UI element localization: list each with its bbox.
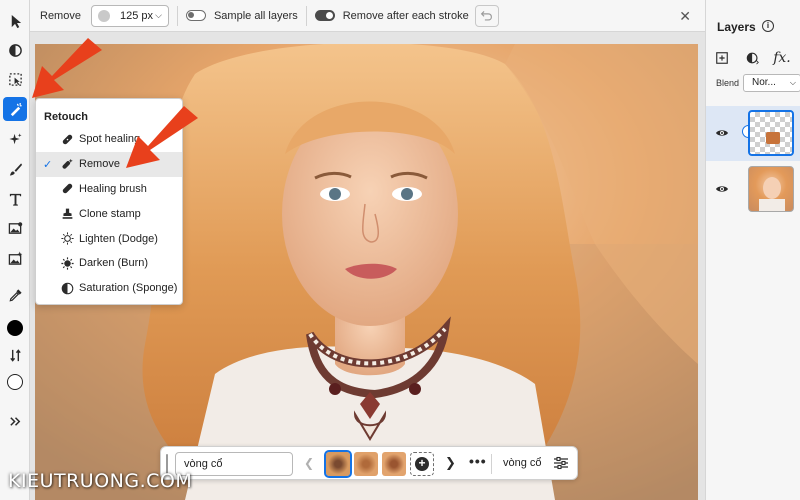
menu-item-label: Lighten (Dodge): [79, 232, 158, 245]
sun-outline-icon: [60, 232, 74, 246]
remove-after-stroke-toggle[interactable]: [314, 10, 335, 21]
contextual-task-bar: vòng cổ ❮ + ❯ ••• vòng cổ: [160, 446, 578, 480]
remove-after-stroke-label: Remove after each stroke: [342, 9, 469, 22]
left-toolbar: [0, 0, 30, 500]
sample-all-layers-toggle[interactable]: [185, 10, 206, 21]
adjustment-icon[interactable]: [3, 38, 27, 62]
menu-item-label: Darken (Burn): [79, 257, 149, 270]
variation-thumbnail[interactable]: [354, 452, 378, 476]
menu-item-saturation-sponge[interactable]: Saturation (Sponge): [36, 276, 182, 301]
prompt-input[interactable]: vòng cổ: [175, 452, 293, 476]
healing-brush-icon: [60, 182, 74, 196]
swap-colors-icon[interactable]: [3, 343, 27, 367]
annotation-arrow-icon: [32, 38, 102, 98]
menu-item-darken-burn[interactable]: Darken (Burn): [36, 251, 182, 276]
plus-icon: +: [415, 457, 429, 471]
sponge-icon: [60, 281, 74, 295]
info-icon[interactable]: i: [762, 20, 774, 32]
eyedropper-icon[interactable]: [3, 283, 27, 307]
more-options-icon[interactable]: •••: [469, 453, 487, 469]
blend-label: Blend: [716, 78, 740, 88]
layer-actions: fx.: [706, 48, 800, 68]
panel-title: Layers: [717, 20, 756, 34]
image-icon[interactable]: [3, 216, 27, 240]
watermark-text: KIEUTRUONG.COM: [8, 470, 193, 492]
generative-icon[interactable]: [3, 127, 27, 151]
menu-item-label: Healing brush: [79, 182, 147, 195]
select-subject-icon[interactable]: [3, 67, 27, 91]
menu-item-clone-stamp[interactable]: Clone stamp: [36, 201, 182, 226]
blend-mode-value: Nor...: [752, 77, 776, 88]
brush-size-dropdown[interactable]: 125 px ⌵: [90, 4, 169, 27]
divider: [491, 454, 492, 474]
blend-mode-select[interactable]: Nor... ⌵: [743, 74, 800, 92]
variation-thumbnail[interactable]: [324, 450, 352, 478]
more-tools-icon[interactable]: [3, 409, 27, 433]
generate-more-button[interactable]: +: [410, 452, 434, 476]
menu-item-healing-brush[interactable]: Healing brush: [36, 177, 182, 202]
bandage-icon: [60, 132, 74, 146]
chevron-down-icon: ⌵: [155, 10, 162, 20]
brush-preview-icon: [97, 9, 110, 22]
brush-size-value: 125 px: [119, 9, 153, 22]
remove-sparkle-icon: [60, 157, 74, 171]
chevron-right-icon[interactable]: ❯: [445, 455, 456, 471]
menu-item-lighten-dodge[interactable]: Lighten (Dodge): [36, 226, 182, 251]
adjustment-layer-icon[interactable]: [743, 48, 763, 68]
retouch-icon[interactable]: [3, 97, 27, 121]
settings-sliders-icon[interactable]: [553, 455, 569, 471]
checkmark-icon: ✓: [43, 158, 53, 171]
sample-all-layers-label: Sample all layers: [213, 9, 298, 22]
menu-item-label: Saturation (Sponge): [79, 282, 178, 295]
foreground-color[interactable]: [3, 316, 27, 340]
fx-icon[interactable]: fx.: [772, 48, 792, 68]
layer-row[interactable]: [706, 106, 800, 161]
brush-icon[interactable]: [3, 157, 27, 181]
chevron-down-icon: ⌵: [789, 78, 796, 87]
layer-row[interactable]: [706, 162, 800, 217]
prompt-label[interactable]: vòng cổ: [503, 457, 542, 469]
annotation-arrow-icon: [126, 106, 198, 168]
type-icon[interactable]: [3, 187, 27, 211]
menu-item-label: Remove: [79, 158, 120, 171]
background-color[interactable]: [3, 370, 27, 394]
layer-thumbnail: [748, 110, 794, 156]
move-tool-icon[interactable]: [3, 9, 27, 33]
eye-icon[interactable]: [715, 184, 729, 194]
divider: [176, 5, 178, 26]
add-layer-icon[interactable]: [712, 48, 732, 68]
layer-thumbnail: [748, 166, 794, 212]
stamp-icon: [60, 207, 74, 221]
reset-button[interactable]: [474, 4, 499, 27]
tool-name-label: Remove: [40, 9, 81, 22]
divider: [305, 5, 307, 26]
eye-icon[interactable]: [715, 128, 729, 138]
chevron-left-icon[interactable]: ❮: [304, 456, 314, 470]
generate-image-icon[interactable]: [3, 246, 27, 270]
close-icon[interactable]: ✕: [679, 8, 691, 25]
options-bar: Remove 125 px ⌵ Sample all layers Remove…: [30, 0, 705, 32]
variation-thumbnail[interactable]: [382, 452, 406, 476]
sun-filled-icon: [60, 256, 74, 270]
undo-icon: [481, 11, 493, 21]
layers-panel: Layers i fx. Blend Nor... ⌵: [705, 0, 800, 500]
menu-item-label: Clone stamp: [79, 207, 141, 220]
